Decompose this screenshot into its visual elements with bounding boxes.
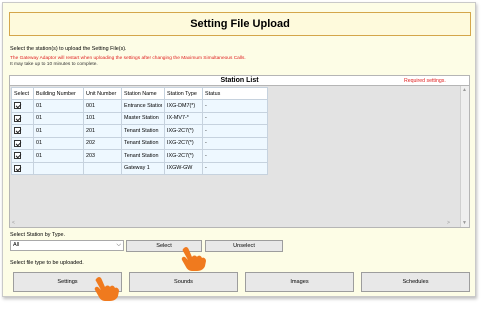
- building-number-cell: 01: [33, 124, 84, 138]
- table-row[interactable]: Gateway 1 IXGW-GW -: [11, 161, 268, 175]
- column-header-unit-number[interactable]: Unit Number: [83, 87, 122, 100]
- station-name-text: Entrance Station: [124, 102, 162, 109]
- station-type-cell: IXG-2C7(*): [164, 124, 203, 138]
- station-type-cell: IX-MV7-*: [164, 111, 203, 125]
- column-header-station-name[interactable]: Station Name: [121, 87, 165, 100]
- required-settings-note: Required settings.: [404, 78, 446, 84]
- status-cell: -: [202, 149, 268, 163]
- unit-number-cell: 001: [83, 99, 122, 113]
- row-select-checkbox[interactable]: [14, 114, 21, 122]
- setting-file-upload-panel: Setting File Upload Select the station(s…: [2, 2, 476, 297]
- images-button[interactable]: Images: [245, 272, 354, 292]
- station-type-cell: IXG-2C7(*): [164, 149, 203, 163]
- scroll-left-icon[interactable]: <: [12, 220, 15, 226]
- page-title-bar: Setting File Upload: [9, 12, 471, 36]
- pointer-hand-icon: [181, 246, 206, 271]
- station-list-header: Station List Required settings.: [10, 76, 469, 86]
- table-row[interactable]: 01 001 Entrance Station IXG-DM7(*) -: [11, 99, 268, 113]
- station-type-cell: IXG-DM7(*): [164, 99, 203, 113]
- row-select-cell: [11, 136, 34, 150]
- unit-number-cell: [83, 161, 122, 175]
- station-name-text: Tenant Station: [124, 140, 159, 147]
- column-header-status[interactable]: Status: [202, 87, 268, 100]
- unit-number-cell: 201: [83, 124, 122, 138]
- station-list: Station List Required settings. Select B…: [9, 75, 470, 228]
- file-type-label: Select file type to be uploaded.: [10, 260, 84, 266]
- page-title: Setting File Upload: [190, 18, 290, 30]
- building-number-cell: 01: [33, 149, 84, 163]
- select-by-type-label: Select Station by Type.: [10, 232, 66, 238]
- building-number-cell: 01: [33, 136, 84, 150]
- row-select-checkbox[interactable]: [14, 102, 21, 110]
- station-type-dropdown[interactable]: All ⌵: [10, 240, 124, 251]
- status-cell: -: [202, 124, 268, 138]
- column-header-select[interactable]: Select: [11, 87, 34, 100]
- unselect-button[interactable]: Unselect: [205, 240, 283, 252]
- row-select-checkbox[interactable]: [14, 139, 21, 147]
- station-name-cell: Tenant Station: [121, 124, 165, 138]
- warning-text: The Gateway Adaptor will restart when up…: [10, 56, 390, 68]
- station-name-cell: Tenant Station: [121, 136, 165, 150]
- pointer-hand-icon: [94, 276, 119, 301]
- station-name-cell: Tenant Station: [121, 149, 165, 163]
- scroll-up-icon[interactable]: ▲: [462, 87, 467, 93]
- row-select-cell: [11, 124, 34, 138]
- table-header-row: Select Building Number Unit Number Stati…: [11, 87, 268, 100]
- row-select-cell: [11, 99, 34, 113]
- station-name-text: Gateway 1: [124, 165, 150, 172]
- status-cell: -: [202, 99, 268, 113]
- station-name-text: Master Station: [124, 115, 159, 122]
- status-cell: -: [202, 161, 268, 175]
- instruction-text: Select the station(s) to upload the Sett…: [10, 46, 127, 52]
- station-list-title: Station List: [220, 77, 259, 84]
- station-name-cell: Gateway 1: [121, 161, 165, 175]
- row-select-checkbox[interactable]: [14, 164, 21, 172]
- column-header-building-number[interactable]: Building Number: [33, 87, 84, 100]
- row-select-checkbox[interactable]: [14, 152, 21, 160]
- station-table: Select Building Number Unit Number Stati…: [11, 87, 268, 175]
- station-type-dropdown-value: All: [13, 242, 20, 248]
- row-select-cell: [11, 111, 34, 125]
- scroll-right-icon[interactable]: >: [447, 220, 450, 226]
- status-cell: -: [202, 111, 268, 125]
- station-type-cell: IXGW-GW: [164, 161, 203, 175]
- column-header-station-type[interactable]: Station Type: [164, 87, 203, 100]
- station-name-text: Tenant Station: [124, 127, 159, 134]
- station-name-text: Tenant Station: [124, 152, 159, 159]
- building-number-cell: 01: [33, 111, 84, 125]
- row-select-cell: [11, 161, 34, 175]
- station-name-cell: Master Station: [121, 111, 165, 125]
- station-type-cell: IXG-2C7(*): [164, 136, 203, 150]
- table-row[interactable]: 01 203 Tenant Station IXG-2C7(*) -: [11, 149, 268, 163]
- building-number-cell: 01: [33, 99, 84, 113]
- row-select-checkbox[interactable]: [14, 127, 21, 135]
- warning-line-2: It may take up to 10 minutes to complete…: [10, 62, 98, 67]
- unit-number-cell: 101: [83, 111, 122, 125]
- building-number-cell: [33, 161, 84, 175]
- row-select-cell: [11, 149, 34, 163]
- schedules-button[interactable]: Schedules: [361, 272, 470, 292]
- unit-number-cell: 203: [83, 149, 122, 163]
- chevron-down-icon: ⌵: [116, 242, 121, 248]
- station-name-cell: Entrance Station: [121, 99, 165, 113]
- table-row[interactable]: 01 101 Master Station IX-MV7-* -: [11, 111, 268, 125]
- status-cell: -: [202, 136, 268, 150]
- sounds-button[interactable]: Sounds: [129, 272, 238, 292]
- vertical-scrollbar[interactable]: ▲ ▼: [460, 86, 469, 227]
- table-row[interactable]: 01 201 Tenant Station IXG-2C7(*) -: [11, 124, 268, 138]
- table-row[interactable]: 01 202 Tenant Station IXG-2C7(*) -: [11, 136, 268, 150]
- scroll-down-icon[interactable]: ▼: [462, 220, 467, 226]
- unit-number-cell: 202: [83, 136, 122, 150]
